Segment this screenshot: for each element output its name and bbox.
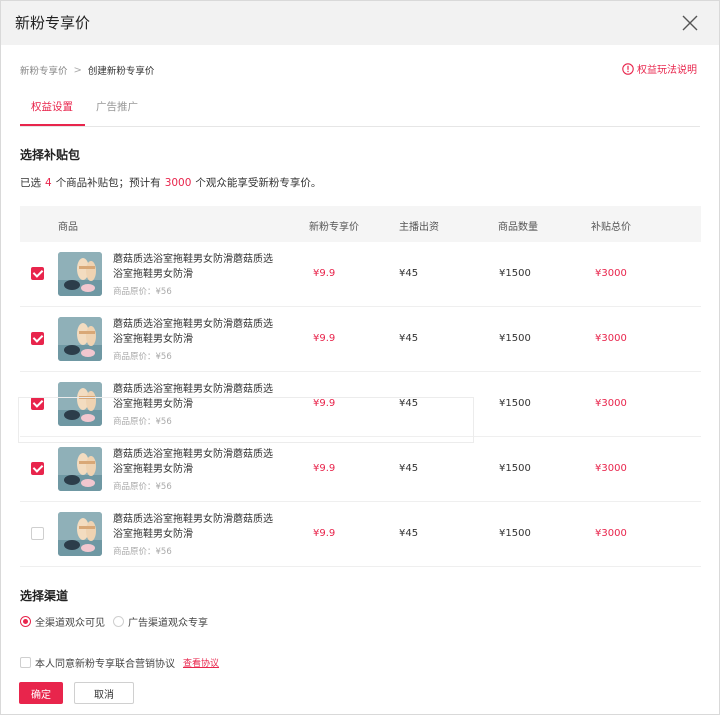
product-name: 蘑菇质选浴室拖鞋男女防滑蘑菇质选浴室拖鞋男女防滑 [113,319,273,345]
agreement-row: 本人同意新粉专享联合营销协议 查看协议 [20,655,219,670]
channel-option-label: 广告渠道观众专享 [128,618,208,629]
product-name: 蘑菇质选浴室拖鞋男女防滑蘑菇质选浴室拖鞋男女防滑 [113,449,273,475]
subsidy-total-value: ¥3000 [595,398,627,409]
product-name: 蘑菇质选浴室拖鞋男女防滑蘑菇质选浴室拖鞋男女防滑 [113,384,273,410]
cancel-button[interactable]: 取消 [74,682,134,704]
agreement-label: 本人同意新粉专享联合营销协议 [35,659,175,670]
host-contribution-value: ¥45 [399,398,419,409]
radio-all-channels[interactable] [20,616,31,627]
dialog: 新粉专享价 新粉专享价 > 创建新粉专享价 权益玩法说明 权益设置 广告推广 选… [0,0,720,715]
quantity-value: ¥1500 [499,333,531,344]
quantity-value: ¥1500 [499,528,531,539]
product-original-price: 商品原价：¥56 [113,287,172,297]
close-button[interactable] [679,12,701,34]
fan-price-value: ¥9.9 [313,268,336,279]
header-host-contribution: 主播出资 [399,222,439,233]
product-original-price: 商品原价：¥56 [113,417,172,427]
close-icon [682,15,698,31]
host-contribution-value: ¥45 [399,333,419,344]
confirm-button[interactable]: 确定 [19,682,63,704]
row-checkbox[interactable] [31,462,44,475]
row-checkbox[interactable] [31,332,44,345]
fan-price-value: ¥9.9 [313,333,336,344]
slipper-icon [58,512,102,556]
product-thumbnail [58,317,102,361]
channel-section-title: 选择渠道 [20,589,69,603]
view-agreement-link[interactable]: 查看协议 [183,656,219,669]
selected-count: 4 [45,177,52,189]
slipper-icon [58,252,102,296]
info-icon [622,62,634,75]
fan-price-value: ¥9.9 [313,398,336,409]
fan-price-value: ¥9.9 [313,528,336,539]
table-row: 蘑菇质选浴室拖鞋男女防滑蘑菇质选浴室拖鞋男女防滑商品原价：¥56 ¥9.9 ¥45 ¥… [20,307,701,372]
slipper-icon [58,447,102,491]
header-fan-price: 新粉专享价 [309,222,359,233]
channel-options: 全渠道观众可见 广告渠道观众专享 [20,614,216,629]
dialog-header: 新粉专享价 [1,1,719,45]
breadcrumb-item-current: 创建新粉专享价 [87,66,155,77]
rights-explanation-link[interactable]: 权益玩法说明 [622,61,697,76]
product-original-price: 商品原价：¥56 [113,482,172,492]
summary-middle: 个商品补贴包；预计有 [55,177,161,189]
header-quantity: 商品数量 [498,222,538,233]
radio-ad-channel[interactable] [113,616,124,627]
tab-rights-settings[interactable]: 权益设置 [31,99,73,124]
subsidy-total-value: ¥3000 [595,463,627,474]
subsidy-total-value: ¥3000 [595,333,627,344]
tab-bar: 权益设置 广告推广 [20,91,700,127]
agreement-checkbox[interactable] [20,657,31,668]
row-checkbox[interactable] [31,527,44,540]
slipper-icon [58,317,102,361]
fan-price-value: ¥9.9 [313,463,336,474]
table-row: 蘑菇质选浴室拖鞋男女防滑蘑菇质选浴室拖鞋男女防滑商品原价：¥56 ¥9.9 ¥45 ¥… [20,437,701,502]
product-original-price: 商品原价：¥56 [113,547,172,557]
row-checkbox[interactable] [31,397,44,410]
quantity-value: ¥1500 [499,398,531,409]
product-original-price: 商品原价：¥56 [113,352,172,362]
channel-option-ads[interactable]: 广告渠道观众专享 [113,614,208,629]
table-row: 蘑菇质选浴室拖鞋男女防滑蘑菇质选浴室拖鞋男女防滑商品原价：¥56 ¥9.9 ¥45 ¥… [20,502,701,567]
host-contribution-value: ¥45 [399,528,419,539]
host-contribution-value: ¥45 [399,268,419,279]
header-product: 商品 [58,222,78,233]
subsidy-section-title: 选择补贴包 [20,148,81,162]
subsidy-table: 商品 新粉专享价 主播出资 商品数量 补贴总价 蘑菇质选浴室拖鞋男女防滑蘑菇质选… [20,206,701,567]
table-row: 蘑菇质选浴室拖鞋男女防滑蘑菇质选浴室拖鞋男女防滑商品原价：¥56 ¥9.9 ¥45 ¥… [20,242,701,307]
product-thumbnail [58,252,102,296]
channel-option-all[interactable]: 全渠道观众可见 [20,614,105,629]
product-thumbnail [58,382,102,426]
tab-ad-promotion[interactable]: 广告推广 [96,99,138,124]
subsidy-total-value: ¥3000 [595,268,627,279]
subsidy-total-value: ¥3000 [595,528,627,539]
header-subsidy-total: 补贴总价 [591,222,631,233]
table-row: 蘑菇质选浴室拖鞋男女防滑蘑菇质选浴室拖鞋男女防滑商品原价：¥56 ¥9.9 ¥45 ¥… [20,372,701,437]
product-name: 蘑菇质选浴室拖鞋男女防滑蘑菇质选浴室拖鞋男女防滑 [113,514,273,540]
table-header: 商品 新粉专享价 主播出资 商品数量 补贴总价 [20,206,701,242]
audience-count: 3000 [164,177,192,189]
product-thumbnail [58,512,102,556]
summary-prefix: 已选 [20,177,41,189]
product-thumbnail [58,447,102,491]
breadcrumb: 新粉专享价 > 创建新粉专享价 [20,63,155,78]
summary-suffix: 个观众能享受新粉专享价。 [195,177,322,189]
product-name: 蘑菇质选浴室拖鞋男女防滑蘑菇质选浴室拖鞋男女防滑 [113,254,273,280]
channel-option-label: 全渠道观众可见 [35,618,105,629]
slipper-icon [58,382,102,426]
dialog-title: 新粉专享价 [15,14,91,32]
host-contribution-value: ¥45 [399,463,419,474]
quantity-value: ¥1500 [499,268,531,279]
breadcrumb-separator: > [73,64,82,76]
row-checkbox[interactable] [31,267,44,280]
quantity-value: ¥1500 [499,463,531,474]
selection-summary: 已选 4 个商品补贴包；预计有 3000 个观众能享受新粉专享价。 [20,175,321,190]
active-tab-indicator [20,124,85,126]
breadcrumb-item-root[interactable]: 新粉专享价 [20,63,68,77]
rights-link-label: 权益玩法说明 [637,65,697,76]
